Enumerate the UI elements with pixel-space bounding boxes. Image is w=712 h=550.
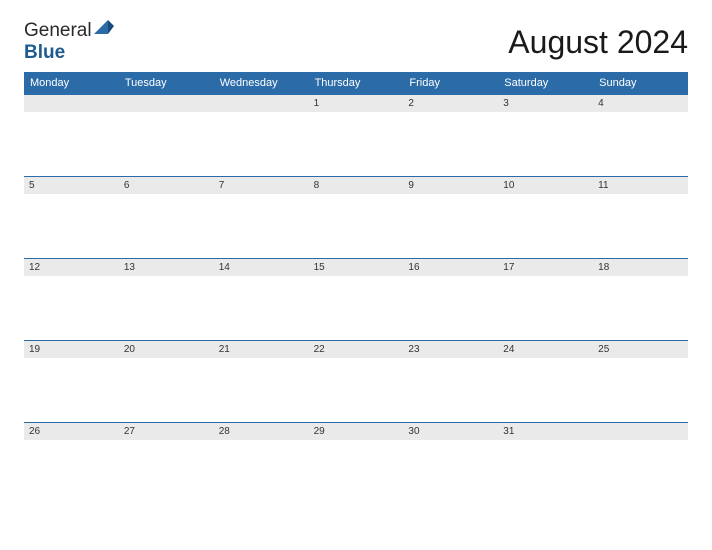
day-number: 12: [29, 262, 40, 273]
calendar-day-cell: 28: [214, 422, 309, 504]
calendar-day-cell: 1: [309, 94, 404, 176]
day-number: 11: [598, 180, 608, 191]
day-number: 6: [124, 180, 130, 191]
day-number: 13: [124, 262, 135, 273]
calendar-day-cell: 26: [24, 422, 119, 504]
calendar-day-cell: 5: [24, 176, 119, 258]
calendar-day-cell: 6: [119, 176, 214, 258]
calendar-day-cell: 15: [309, 258, 404, 340]
calendar-day-cell: 25: [593, 340, 688, 422]
day-number: 31: [503, 426, 514, 437]
calendar-day-cell: 24: [498, 340, 593, 422]
day-number: 14: [219, 262, 230, 273]
weekday-header: Friday: [403, 72, 498, 94]
calendar-day-cell: [119, 94, 214, 176]
calendar-day-cell: 31: [498, 422, 593, 504]
weekday-header: Wednesday: [214, 72, 309, 94]
calendar-title: August 2024: [508, 24, 688, 61]
logo-text-blue: Blue: [24, 42, 65, 63]
calendar-day-cell: 16: [403, 258, 498, 340]
calendar-grid: Monday Tuesday Wednesday Thursday Friday…: [24, 72, 688, 504]
calendar-day-cell: [214, 94, 309, 176]
logo-text-general: General: [24, 20, 92, 41]
calendar-week-row: 19 20 21 22 23 24 25: [24, 340, 688, 422]
calendar-week-row: 1 2 3 4: [24, 94, 688, 176]
day-number: 29: [314, 426, 325, 437]
day-number: 1: [314, 98, 320, 109]
day-number: 4: [598, 98, 604, 109]
day-number: 19: [29, 344, 40, 355]
calendar-day-cell: 10: [498, 176, 593, 258]
day-number: 7: [219, 180, 225, 191]
day-number: 17: [503, 262, 514, 273]
logo-text: GeneralBlue: [24, 20, 114, 64]
day-number: 10: [503, 180, 514, 191]
day-number: 15: [314, 262, 325, 273]
calendar-week-row: 12 13 14 15 16 17 18: [24, 258, 688, 340]
day-number: 21: [219, 344, 230, 355]
calendar-day-cell: 14: [214, 258, 309, 340]
day-number: 22: [314, 344, 325, 355]
calendar-day-cell: [593, 422, 688, 504]
day-number: 30: [408, 426, 419, 437]
calendar-day-cell: 20: [119, 340, 214, 422]
weekday-header: Monday: [24, 72, 119, 94]
calendar-day-cell: 2: [403, 94, 498, 176]
calendar-day-cell: 12: [24, 258, 119, 340]
weekday-header: Tuesday: [119, 72, 214, 94]
calendar-day-cell: 7: [214, 176, 309, 258]
day-number: 9: [408, 180, 414, 191]
day-number: 24: [503, 344, 514, 355]
calendar-day-cell: 27: [119, 422, 214, 504]
logo-triangle-icon: [94, 20, 114, 42]
calendar-header: GeneralBlue August 2024: [24, 20, 688, 64]
calendar-day-cell: 4: [593, 94, 688, 176]
weekday-header: Saturday: [498, 72, 593, 94]
day-number: 5: [29, 180, 35, 191]
day-number: 23: [408, 344, 419, 355]
calendar-day-cell: 23: [403, 340, 498, 422]
calendar-day-cell: 22: [309, 340, 404, 422]
calendar-week-row: 26 27 28 29 30 31: [24, 422, 688, 504]
calendar-day-cell: 3: [498, 94, 593, 176]
day-number: 28: [219, 426, 230, 437]
day-number: 18: [598, 262, 609, 273]
calendar-day-cell: 13: [119, 258, 214, 340]
day-number: 3: [503, 98, 509, 109]
calendar-day-cell: [24, 94, 119, 176]
weekday-header: Thursday: [309, 72, 404, 94]
day-number: 8: [314, 180, 320, 191]
calendar-day-cell: 18: [593, 258, 688, 340]
calendar-day-cell: 8: [309, 176, 404, 258]
calendar-day-cell: 30: [403, 422, 498, 504]
day-number: 20: [124, 344, 135, 355]
calendar-day-cell: 11: [593, 176, 688, 258]
day-number: 16: [408, 262, 419, 273]
calendar-day-cell: 21: [214, 340, 309, 422]
calendar-week-row: 5 6 7 8 9 10 11: [24, 176, 688, 258]
day-number: 27: [124, 426, 135, 437]
calendar-day-cell: 9: [403, 176, 498, 258]
day-number: 25: [598, 344, 609, 355]
day-number: 26: [29, 426, 40, 437]
day-number: 2: [408, 98, 414, 109]
logo: GeneralBlue: [24, 20, 114, 64]
weekday-header-row: Monday Tuesday Wednesday Thursday Friday…: [24, 72, 688, 94]
calendar-day-cell: 19: [24, 340, 119, 422]
calendar-day-cell: 17: [498, 258, 593, 340]
calendar-day-cell: 29: [309, 422, 404, 504]
weekday-header: Sunday: [593, 72, 688, 94]
